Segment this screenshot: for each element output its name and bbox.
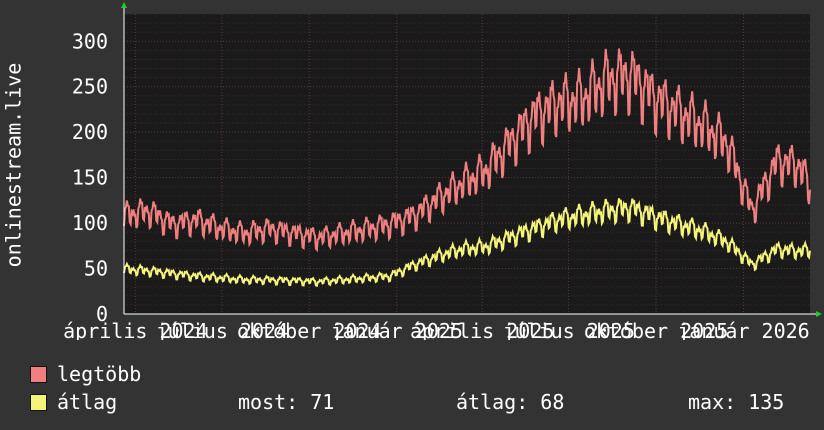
y-tick-label: 100 [72,211,108,235]
legend-swatch-avg [30,393,47,411]
legend-item-max: legtöbb [30,362,141,386]
y-axis-title-wrap: onlinestream.live [1,0,26,330]
x-tick-label: január 2026 [677,319,809,340]
legend-label-avg: átlag [57,390,118,414]
stat-max: max: 135 [688,390,785,414]
stat-now: most: 71 [238,390,335,414]
y-tick-label: 200 [72,120,108,144]
legend-item-avg: átlag [30,390,117,414]
legend: legtöbb átlag most: 71 átlag: 68 max: 13… [30,360,810,420]
legend-label-max: legtöbb [57,362,142,386]
y-axis-arrow [121,2,127,8]
y-axis-title: onlinestream.live [1,62,26,268]
legend-swatch-max [30,365,47,383]
y-tick-label: 150 [72,166,108,190]
stat-average: átlag: 68 [456,390,565,414]
chart-area: 0 50 100 150 200 250 300 április 2024 július 202… [0,0,824,340]
x-axis-arrow [816,311,822,317]
y-tick-label: 300 [72,29,108,53]
y-tick-label: 50 [84,257,108,281]
chart: 050100150200250300április 2024július 202… [63,2,822,340]
y-tick-label: 250 [72,75,108,99]
